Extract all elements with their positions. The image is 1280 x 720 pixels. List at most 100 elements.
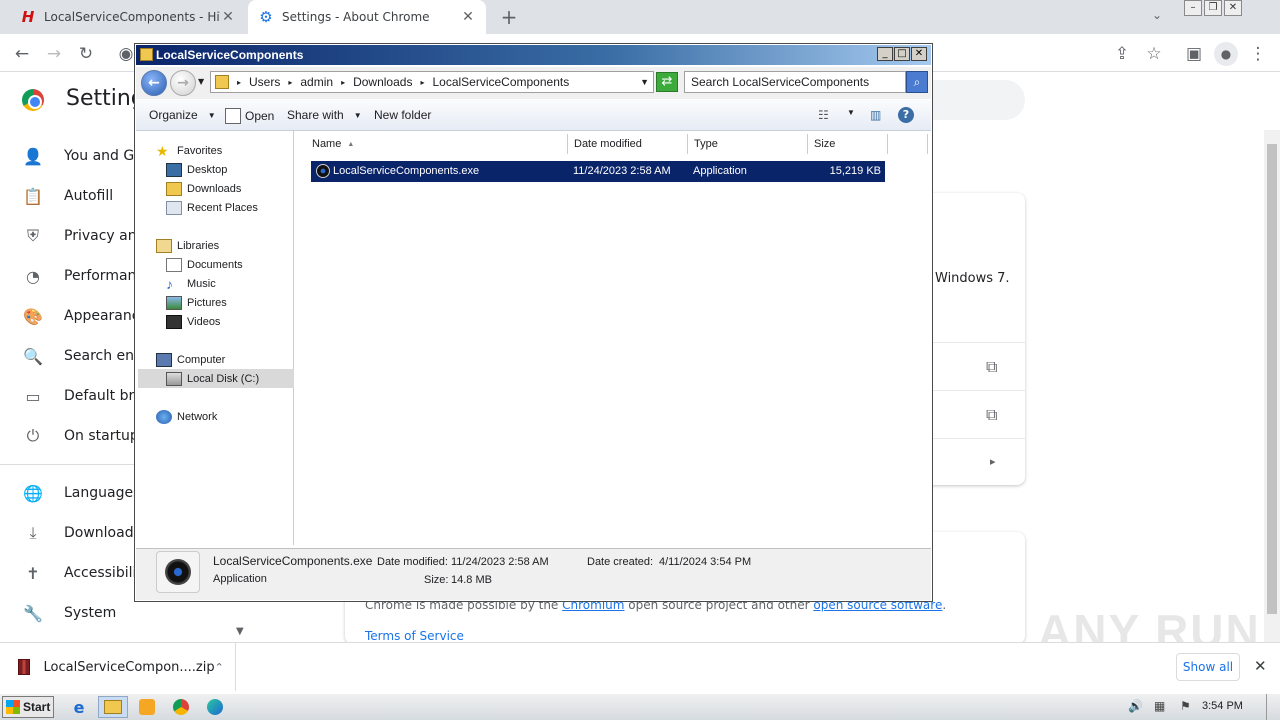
breadcrumb-chevron-icon[interactable]: ▸ [288, 78, 292, 87]
minimize-icon[interactable]: – [1184, 0, 1202, 16]
search-input[interactable]: Search LocalServiceComponents [684, 71, 906, 93]
share-with-button[interactable]: Share with ▼ [287, 108, 362, 122]
back-icon[interactable]: ← [12, 44, 32, 64]
tab-hitools[interactable]: H LocalServiceComponents - HiTools - H ✕ [10, 0, 246, 34]
tree-item-computer[interactable]: Computer [156, 350, 225, 369]
search-icon[interactable]: ⌕ [906, 71, 928, 93]
tree-item-music[interactable]: ♪ Music [166, 274, 216, 293]
close-icon[interactable]: ✕ [911, 47, 927, 61]
tab-settings[interactable]: ⚙ Settings - About Chrome ✕ [248, 0, 486, 34]
new-tab-button[interactable]: + [498, 6, 520, 28]
network-tray-icon[interactable]: ▦ [1154, 699, 1165, 713]
bookmark-star-icon[interactable]: ☆ [1144, 44, 1164, 64]
recent-pages-chevron-icon[interactable]: ▼ [198, 77, 204, 86]
sidebar-item-autofill[interactable]: 📋 Autofill [22, 176, 113, 216]
column-header-extra[interactable] [888, 134, 928, 154]
maximize-icon[interactable]: □ [894, 47, 910, 61]
column-header-name[interactable]: Name ▲ [306, 134, 568, 154]
side-panel-icon[interactable]: ▣ [1184, 44, 1204, 64]
refresh-icon[interactable]: ⇄ [656, 72, 678, 92]
sidebar-item-on-startup[interactable]: ⏻ On startup [22, 416, 139, 456]
forward-icon[interactable]: → [170, 70, 196, 96]
restore-icon[interactable]: ❐ [1204, 0, 1222, 16]
taskbar-clock[interactable]: 3:54 PM [1202, 700, 1243, 712]
settings-search-bar[interactable] [925, 80, 1025, 120]
sidebar-scroll-down-icon[interactable]: ▼ [236, 626, 244, 637]
chevron-up-icon[interactable]: ⌃ [215, 661, 235, 674]
tree-item-downloads[interactable]: Downloads [166, 179, 241, 198]
tab-search-chevron-icon[interactable]: ⌄ [1152, 8, 1162, 22]
reload-icon[interactable]: ↻ [76, 44, 96, 64]
address-breadcrumb[interactable]: ▸ Users ▸ admin ▸ Downloads ▸ LocalServi… [210, 71, 654, 93]
tree-item-desktop[interactable]: Desktop [166, 160, 227, 179]
sidebar-item-privacy[interactable]: ⛨ Privacy and [22, 216, 146, 256]
preview-pane-icon[interactable]: ▥ [870, 108, 881, 122]
close-tab-icon[interactable]: ✕ [220, 9, 236, 25]
forward-icon[interactable]: → [44, 44, 64, 64]
breadcrumb-item[interactable]: Users [249, 75, 280, 89]
breadcrumb-item[interactable]: LocalServiceComponents [432, 75, 569, 89]
tree-item-libraries[interactable]: Libraries [156, 236, 219, 255]
explorer-title-bar[interactable]: LocalServiceComponents [136, 45, 931, 65]
sidebar-item-languages[interactable]: 🌐 Languages [22, 473, 140, 513]
share-icon[interactable]: ⇪ [1112, 44, 1132, 64]
taskbar-chrome-icon[interactable] [166, 696, 196, 718]
breadcrumb-chevron-icon[interactable]: ▸ [420, 78, 424, 87]
breadcrumb-item[interactable]: Downloads [353, 75, 412, 89]
column-header-size[interactable]: Size [808, 134, 888, 154]
breadcrumb-item[interactable]: admin [300, 75, 333, 89]
column-header-type[interactable]: Type [688, 134, 808, 154]
sidebar-item-downloads[interactable]: ⤓ Downloads [22, 513, 141, 553]
sidebar-item-accessibility[interactable]: ✝ Accessibili [22, 553, 136, 593]
tree-item-recent-places[interactable]: Recent Places [166, 198, 258, 217]
start-button[interactable]: Start [2, 696, 54, 718]
profile-avatar-icon[interactable]: ● [1214, 42, 1238, 66]
external-link-icon[interactable]: ⧉ [986, 405, 997, 425]
sidebar-item-appearance[interactable]: 🎨 Appearanc [22, 296, 139, 336]
chevron-right-icon[interactable]: ▸ [990, 455, 996, 468]
tree-item-local-disk[interactable]: Local Disk (C:) [138, 369, 294, 388]
new-folder-button[interactable]: New folder [374, 108, 431, 122]
view-dropdown-icon[interactable]: ▼ [847, 108, 855, 117]
terms-of-service-link[interactable]: Terms of Service [365, 629, 464, 643]
menu-kebab-icon[interactable]: ⋮ [1248, 44, 1268, 64]
tree-item-network[interactable]: Network [156, 407, 217, 426]
taskbar-edge-icon[interactable] [200, 696, 230, 718]
page-scrollbar[interactable] [1264, 130, 1280, 642]
help-icon[interactable]: ? [898, 107, 914, 123]
show-desktop-button[interactable] [1266, 694, 1280, 720]
sidebar-item-performance[interactable]: ◔ Performan [22, 256, 136, 296]
taskbar-ie-icon[interactable]: e [64, 696, 94, 718]
show-all-button[interactable]: Show all [1176, 653, 1240, 681]
breadcrumb-chevron-icon[interactable]: ▸ [237, 78, 241, 87]
close-tab-icon[interactable]: ✕ [460, 9, 476, 25]
sidebar-item-default-browser[interactable]: ▭ Default bro [22, 376, 142, 416]
tree-item-videos[interactable]: Videos [166, 312, 220, 331]
taskbar-media-player-icon[interactable] [132, 696, 162, 718]
volume-icon[interactable]: 🔊 [1128, 699, 1143, 713]
close-download-bar-icon[interactable]: ✕ [1254, 657, 1267, 675]
tree-item-pictures[interactable]: Pictures [166, 293, 227, 312]
close-icon[interactable]: ✕ [1224, 0, 1242, 16]
scrollbar-thumb[interactable] [1267, 144, 1277, 614]
file-row[interactable]: LocalServiceComponents.exe 11/24/2023 2:… [311, 161, 885, 182]
action-center-flag-icon[interactable]: ⚑ [1180, 699, 1191, 713]
column-header-date[interactable]: Date modified [568, 134, 688, 154]
open-button[interactable]: Open [225, 108, 274, 124]
sidebar-item-system[interactable]: 🔧 System [22, 593, 116, 633]
minimize-icon[interactable]: _ [877, 47, 893, 61]
taskbar-explorer-icon[interactable] [98, 696, 128, 718]
sidebar-item-search-engine[interactable]: 🔍 Search eng [22, 336, 143, 376]
back-icon[interactable]: ← [141, 70, 167, 96]
tree-item-favorites[interactable]: ★ Favorites [156, 141, 222, 160]
organize-button[interactable]: Organize ▼ [149, 108, 216, 122]
sidebar-item-you-and-google[interactable]: 👤 You and Go [22, 136, 143, 176]
view-options-icon[interactable]: ☷ [818, 108, 829, 122]
tree-item-documents[interactable]: Documents [166, 255, 243, 274]
address-dropdown-icon[interactable]: ▼ [640, 77, 649, 87]
site-info-icon[interactable]: ◉ [116, 44, 136, 64]
breadcrumb-chevron-icon[interactable]: ▸ [341, 78, 345, 87]
external-link-icon[interactable]: ⧉ [986, 357, 997, 377]
sidebar-item-label: Downloads [64, 525, 141, 541]
download-item[interactable]: LocalServiceCompon....zip ⌃ [0, 643, 236, 691]
